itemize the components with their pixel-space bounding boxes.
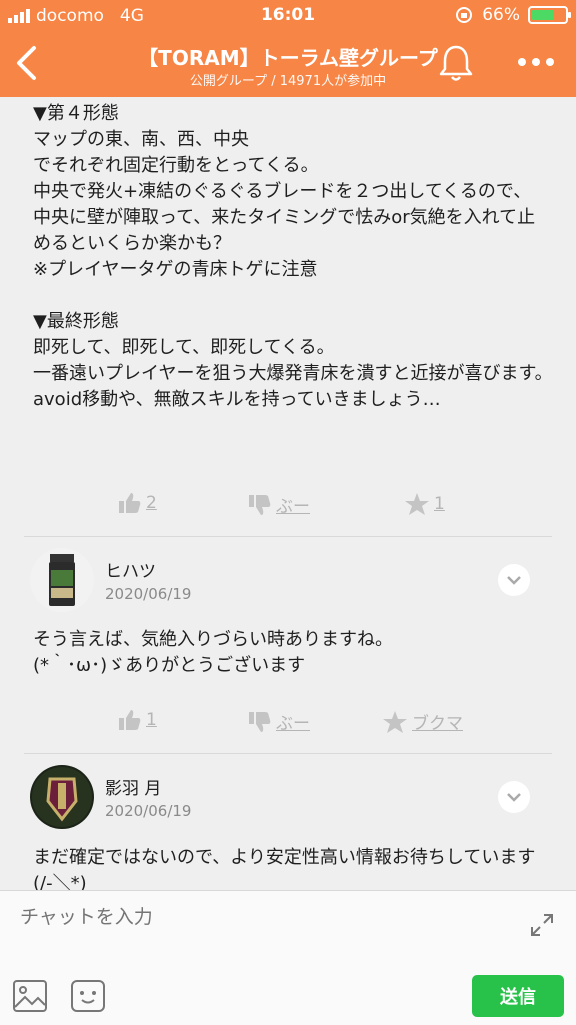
avatar[interactable]: [30, 548, 94, 612]
thread-content[interactable]: ▼第４形態 マップの東、南、西、中央 でそれぞれ固定行動をとってくる。 中央で発…: [0, 97, 576, 890]
chat-input[interactable]: [18, 905, 502, 929]
post-actions: 2 ぶー 1: [0, 492, 576, 522]
comment-actions: 1 ぶー ブクマ: [0, 709, 576, 739]
comment-date: 2020/06/19: [105, 802, 192, 820]
comment-menu-button[interactable]: [498, 781, 530, 813]
image-icon[interactable]: [12, 979, 48, 1013]
battery-percent: 66%: [482, 5, 520, 25]
thumbs-up-icon: [119, 493, 141, 513]
like-button[interactable]: 2: [118, 492, 157, 514]
shield-emblem-avatar-icon: [32, 767, 92, 827]
boo-button[interactable]: ぶー: [248, 492, 310, 517]
bookmark-label: ブクマ: [412, 714, 463, 734]
comment-date: 2020/06/19: [105, 585, 192, 603]
star-button[interactable]: 1: [404, 492, 445, 516]
group-subtitle: 公開グループ / 14971人が参加中: [189, 74, 387, 89]
post-body: ▼第４形態 マップの東、南、西、中央 でそれぞれ固定行動をとってくる。 中央で発…: [33, 103, 553, 410]
like-count: 1: [146, 710, 157, 730]
thumbs-up-icon: [119, 710, 141, 730]
star-icon: [383, 710, 407, 733]
avatar[interactable]: [30, 765, 94, 829]
chevron-down-icon: [507, 793, 521, 802]
boo-label: ぶー: [276, 497, 310, 517]
status-bar: docomo 4G 16:01 66%: [0, 0, 576, 32]
chevron-down-icon: [507, 576, 521, 585]
app-header: docomo 4G 16:01 66% 【TORAM】トーラム壁グループ 公開グ…: [0, 0, 576, 97]
boo-button[interactable]: ぶー: [248, 709, 310, 734]
comment-menu-button[interactable]: [498, 564, 530, 596]
chat-bar: 送信: [0, 890, 576, 1025]
battery-icon: [528, 6, 571, 24]
comment-author[interactable]: 影羽 月: [105, 774, 161, 799]
divider: [24, 536, 552, 537]
comment-text: そう言えば、気絶入りづらい時ありますね。 (*｀･ω･)ゞありがとうございます: [33, 629, 393, 676]
boo-label: ぶー: [276, 714, 310, 734]
comment-text: まだ確定ではないので、より安定性高い情報お待ちしています(/-＼*): [33, 847, 536, 890]
comment-author[interactable]: ヒハツ: [105, 557, 156, 582]
bookmark-button[interactable]: ブクマ: [382, 709, 463, 734]
thumbs-down-icon: [249, 711, 271, 732]
like-count: 2: [146, 493, 157, 513]
like-button[interactable]: 1: [118, 709, 157, 731]
rotation-lock-icon: [456, 7, 473, 23]
thumbs-down-icon: [249, 494, 271, 515]
send-button[interactable]: 送信: [472, 975, 564, 1017]
bell-icon[interactable]: [436, 42, 476, 84]
star-icon: [405, 493, 429, 515]
spice-jar-avatar-icon: [49, 554, 75, 606]
more-options-icon[interactable]: [512, 50, 560, 74]
group-title: 【TORAM】トーラム壁グループ: [138, 46, 438, 70]
divider: [24, 753, 552, 754]
star-count: 1: [434, 494, 445, 514]
sticker-icon[interactable]: [70, 979, 106, 1013]
expand-icon[interactable]: [528, 911, 556, 939]
